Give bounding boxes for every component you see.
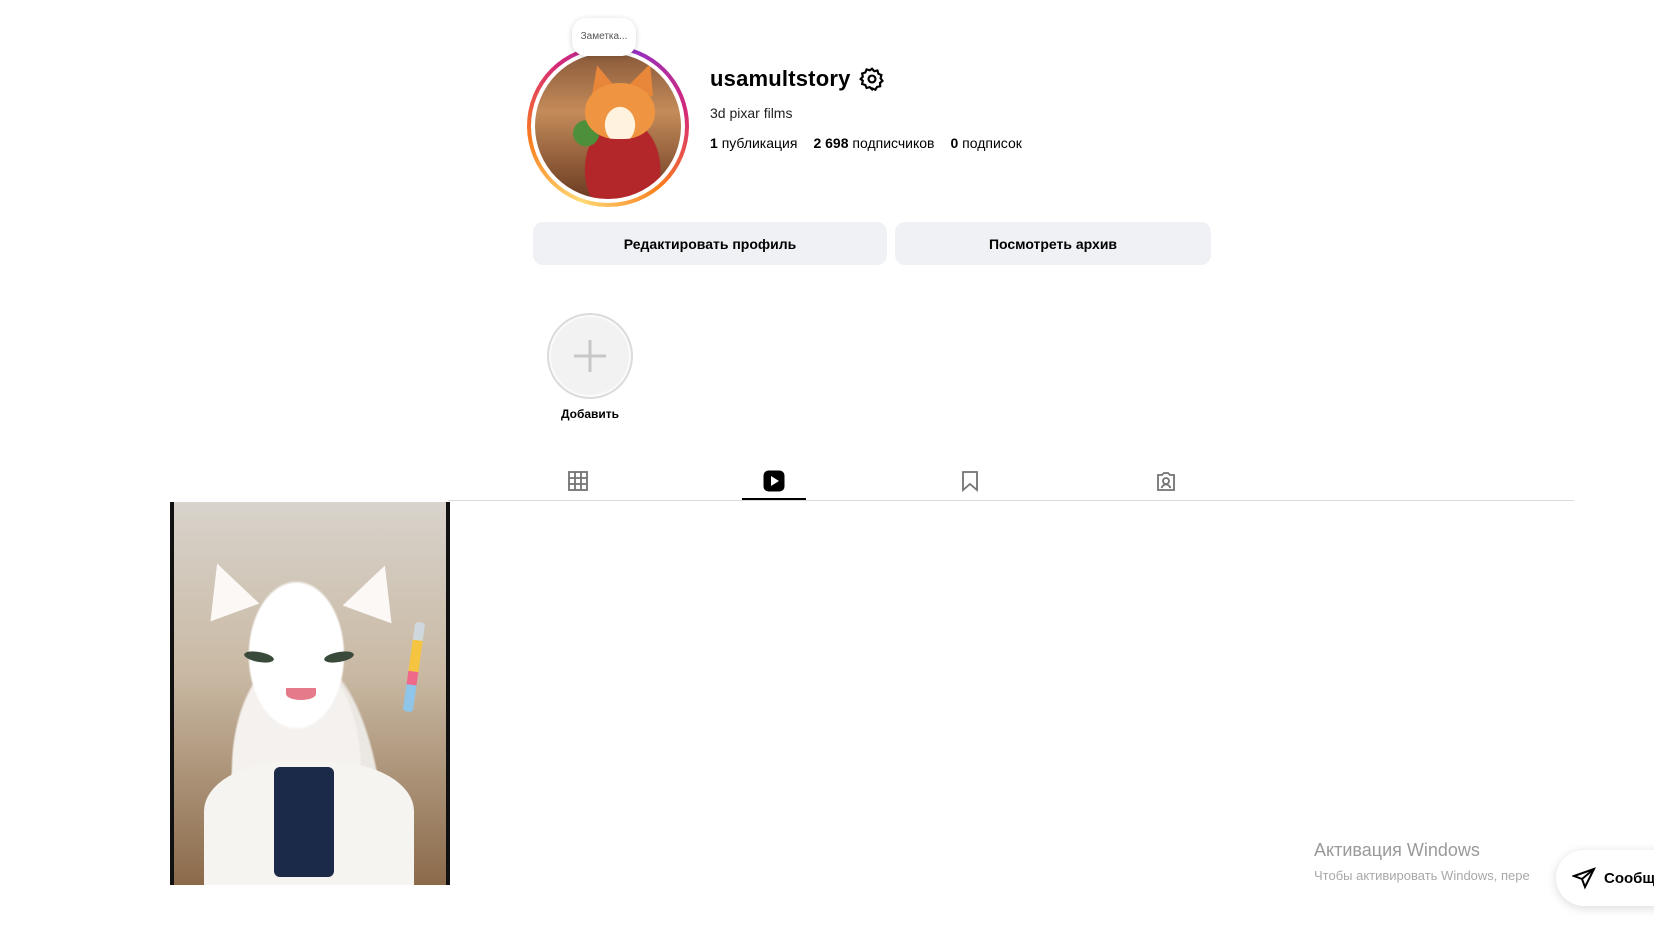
edit-profile-button[interactable]: Редактировать профиль (533, 222, 887, 265)
followers-stat[interactable]: 2 698 подписчиков (813, 135, 934, 151)
settings-gear-icon[interactable] (858, 66, 885, 92)
tab-tagged[interactable] (1134, 462, 1198, 500)
following-stat[interactable]: 0 подписок (950, 135, 1021, 151)
messages-button[interactable]: Сообще (1556, 850, 1654, 906)
note-bubble[interactable]: Заметка... (572, 18, 636, 56)
username: usamultstory (710, 66, 851, 91)
reel-post-thumbnail[interactable] (170, 502, 450, 885)
windows-activation-subtitle: Чтобы активировать Windows, пере (1314, 868, 1530, 883)
tagged-icon (1157, 472, 1175, 491)
avatar-image (535, 53, 681, 199)
username-row: usamultstory (710, 66, 885, 92)
add-highlight-label: Добавить (560, 407, 620, 421)
add-highlight-button[interactable] (547, 313, 633, 399)
post-image (174, 502, 446, 885)
bookmark-icon (962, 471, 978, 492)
grid-icon (568, 471, 588, 491)
windows-activation-title: Активация Windows (1314, 840, 1480, 860)
profile-stats: 1 публикация 2 698 подписчиков 0 подписо… (710, 135, 1022, 151)
profile-avatar[interactable] (527, 45, 689, 207)
tabs-divider (448, 500, 1574, 501)
reels-icon (763, 470, 785, 492)
send-icon (1572, 867, 1596, 890)
tab-saved[interactable] (938, 462, 1002, 500)
view-archive-button[interactable]: Посмотреть архив (895, 222, 1211, 265)
profile-bio: 3d pixar films (710, 105, 793, 121)
messages-label: Сообще (1604, 869, 1654, 887)
posts-stat: 1 публикация (710, 135, 798, 151)
profile-page: Заметка... usamultstory 3d pixar films 1… (0, 0, 1654, 933)
tab-reels[interactable] (742, 462, 806, 500)
plus-icon (574, 340, 606, 372)
active-tab-indicator (742, 498, 806, 500)
tab-posts[interactable] (546, 462, 610, 500)
